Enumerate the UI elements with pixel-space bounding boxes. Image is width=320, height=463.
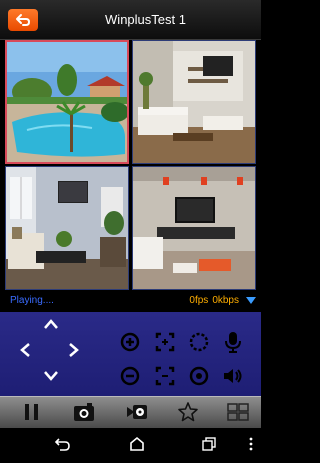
collapse-panel-icon[interactable] [246,297,256,304]
media-room-camera-image [133,167,255,289]
focus-near-icon[interactable] [155,332,175,352]
android-nav-bar [0,428,261,463]
snapshot-icon [74,403,94,421]
nav-back-button[interactable] [48,436,78,456]
record-icon [127,405,147,419]
living-room-camera-image [133,41,255,163]
snapshot-button[interactable] [64,401,104,425]
speaker-icon[interactable] [222,366,244,386]
left-arrow-icon[interactable] [19,342,31,358]
focus-far-icon[interactable] [155,366,175,386]
status-bar: Playing.... 0fps 0kbps [0,290,261,312]
microphone-icon[interactable] [224,330,242,354]
fps-readout: 0fps [189,295,209,306]
home-nav-icon [130,436,144,451]
nav-menu-button[interactable] [244,436,258,456]
nav-recents-button[interactable] [194,436,224,456]
playback-status: Playing.... [10,295,54,306]
sitting-room-camera-image [6,167,128,289]
iris-close-icon[interactable] [189,366,209,386]
recents-nav-icon [202,437,216,451]
layout-button[interactable] [218,401,258,425]
camera-view-2[interactable] [132,40,256,164]
back-nav-icon [54,438,70,451]
back-button[interactable] [8,9,38,31]
stream-stats: 0fps 0kbps [189,295,239,306]
right-arrow-icon[interactable] [68,342,80,358]
camera-view-4[interactable] [132,166,256,290]
record-button[interactable] [117,401,157,425]
title-bar: WinplusTest 1 [0,0,261,40]
up-arrow-icon[interactable] [43,318,59,330]
pause-button[interactable] [12,401,52,425]
back-arrow-icon [16,14,30,26]
page-title: WinplusTest 1 [105,12,186,27]
nav-home-button[interactable] [122,436,152,456]
ptz-control-panel [0,312,261,396]
down-arrow-icon[interactable] [43,370,59,382]
layout-grid-icon [227,403,249,421]
zoom-in-icon[interactable] [120,332,140,352]
bottom-toolbar [0,396,261,428]
pause-icon [25,404,38,420]
camera-view-3[interactable] [5,166,129,290]
pool-camera-image [7,42,127,162]
camera-grid [5,40,256,290]
favorite-icon [178,402,198,422]
bitrate-readout: 0kbps [212,295,239,306]
camera-view-1[interactable] [5,40,129,164]
menu-nav-icon [249,437,253,451]
iris-open-icon[interactable] [189,332,209,352]
favorite-button[interactable] [168,401,208,425]
zoom-out-icon[interactable] [120,366,140,386]
